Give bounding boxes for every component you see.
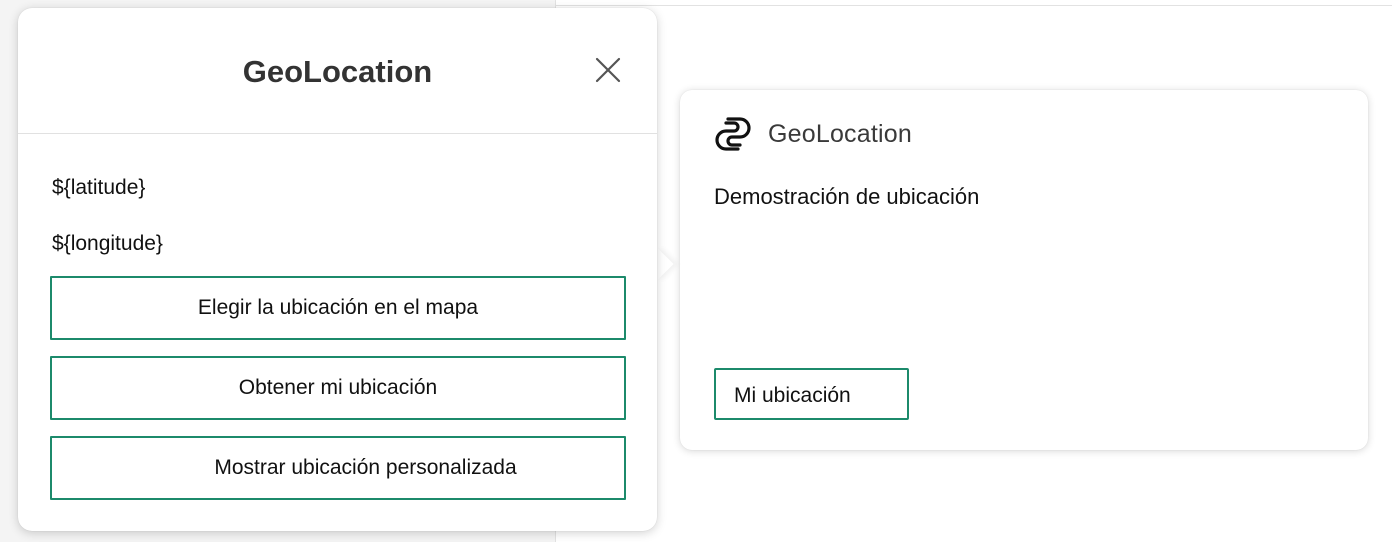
get-my-location-label: Obtener mi ubicación	[238, 376, 438, 399]
latitude-text: ${latitude}	[52, 176, 146, 199]
card-description: Demostración de ubicación	[714, 184, 980, 209]
card-header: GeoLocation	[712, 114, 912, 154]
background-top-strip	[556, 0, 1392, 6]
choose-location-on-map-label: Elegir la ubicación en el mapa	[197, 296, 479, 319]
app-logo-icon	[712, 114, 754, 154]
longitude-text: ${longitude}	[52, 232, 163, 255]
show-custom-location-label: Mostrar ubicación personalizada	[214, 456, 517, 479]
my-location-button[interactable]: Mi ubicación	[714, 368, 909, 420]
dialog-title: GeoLocation	[18, 54, 657, 90]
close-icon	[595, 57, 621, 83]
choose-location-on-map-button[interactable]: Elegir la ubicación en el mapa	[50, 276, 626, 340]
dialog-title-text: GeoLocation	[242, 54, 433, 89]
my-location-label: Mi ubicación	[734, 384, 851, 407]
get-my-location-button[interactable]: Obtener mi ubicación	[50, 356, 626, 420]
show-custom-location-button[interactable]: Mostrar ubicación personalizada	[50, 436, 626, 500]
geolocation-dialog: GeoLocation ${latitude} ${longitude} Ele…	[18, 8, 657, 531]
geolocation-card: GeoLocation Demostración de ubicación Mi…	[680, 90, 1368, 450]
card-app-name: GeoLocation	[768, 119, 912, 148]
dialog-header: GeoLocation	[18, 8, 657, 134]
close-button[interactable]	[594, 56, 622, 84]
